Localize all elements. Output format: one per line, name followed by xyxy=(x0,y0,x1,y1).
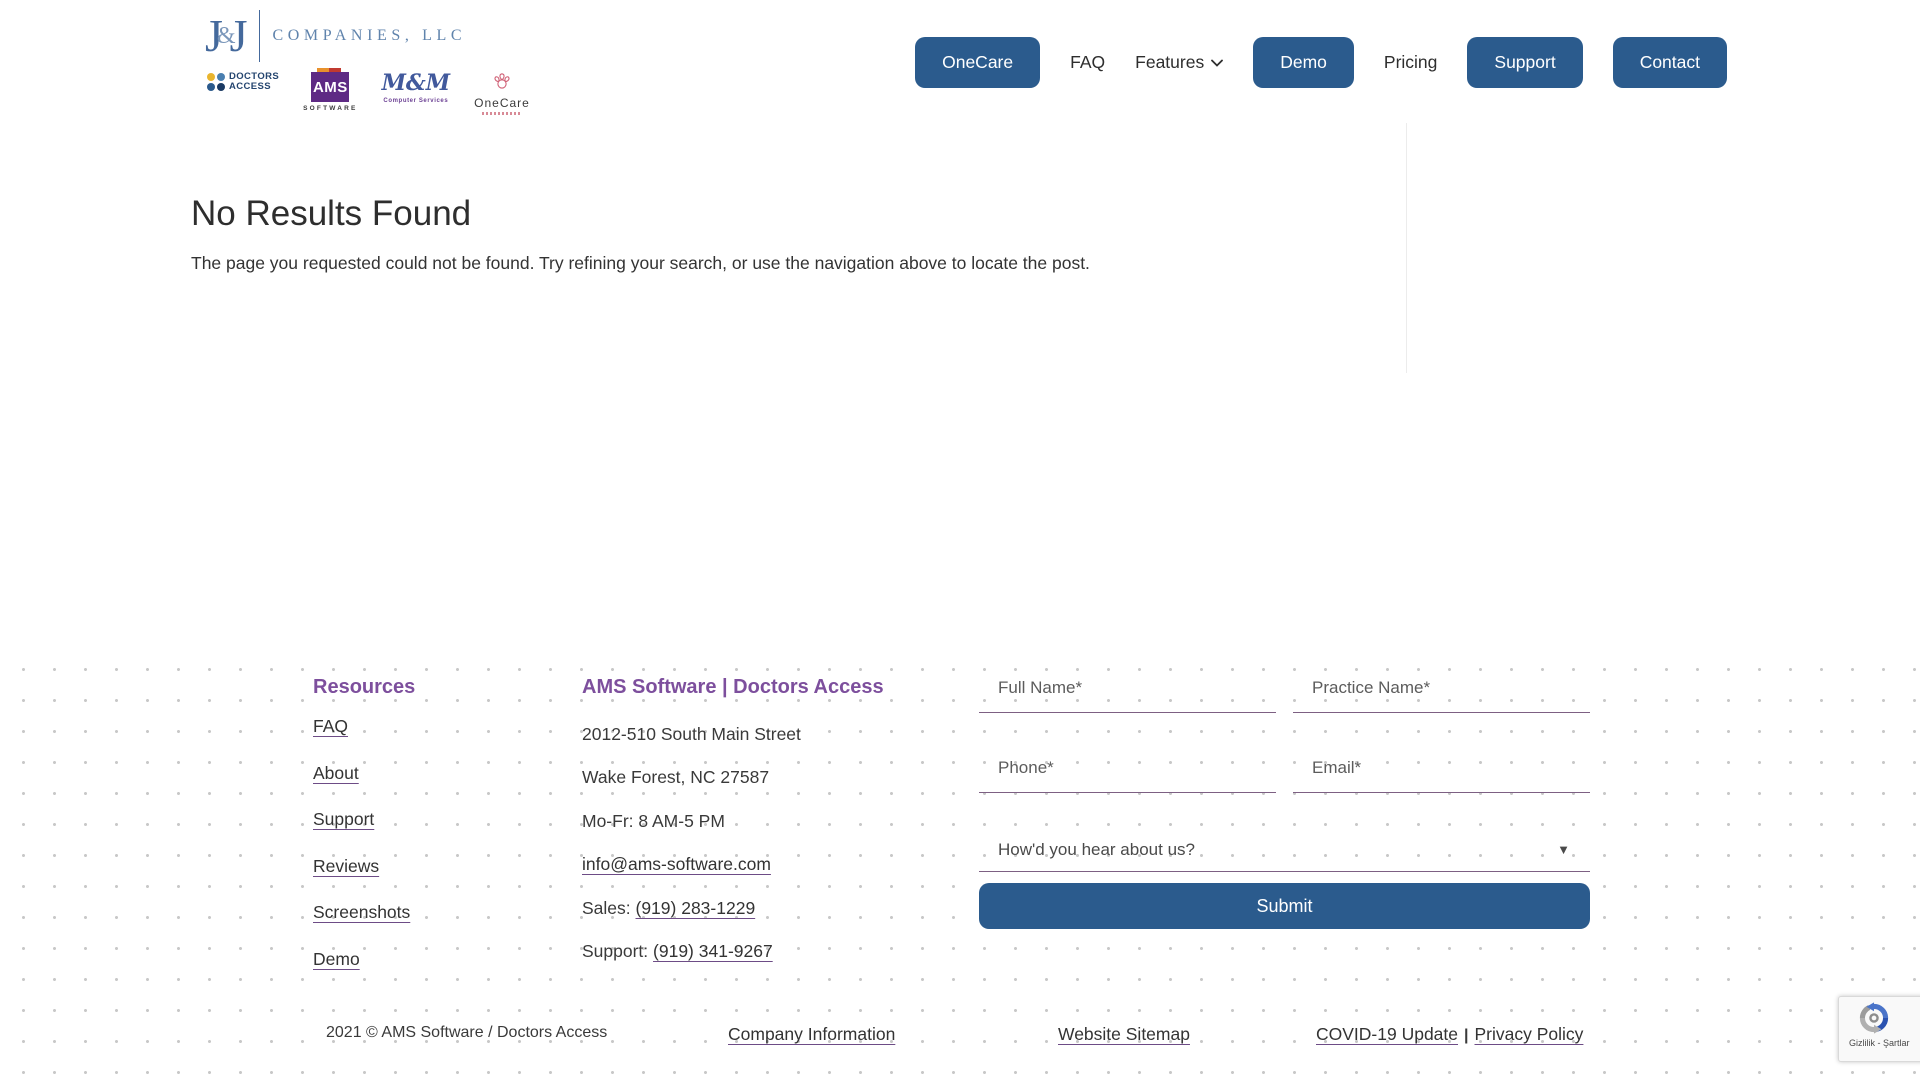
resources-link-list: FAQ About Support Reviews Screenshots De… xyxy=(313,716,415,970)
doctors-access-logo: DOCTORS ACCESS xyxy=(207,72,279,92)
covid-privacy-links: COVID-19 Update | Privacy Policy xyxy=(1316,1024,1583,1045)
nav-features-dropdown[interactable]: Features xyxy=(1135,52,1223,73)
footer-link-screenshots[interactable]: Screenshots xyxy=(313,902,410,922)
email-field[interactable] xyxy=(1293,748,1590,793)
header: J&J COMPANIES, LLC DOCTORS ACCESS xyxy=(0,0,1920,125)
not-found-message: The page you requested could not be foun… xyxy=(191,253,1090,274)
resources-heading: Resources xyxy=(313,676,415,699)
business-hours: Mo-Fr: 8 AM-5 PM xyxy=(582,812,884,830)
footer: Resources FAQ About Support Reviews Scre… xyxy=(0,650,1920,1080)
contact-form: How'd you hear about us? ▼ Submit xyxy=(979,668,1590,929)
full-name-field[interactable] xyxy=(979,668,1276,713)
footer-link-demo[interactable]: Demo xyxy=(313,949,360,969)
nav-pricing-link[interactable]: Pricing xyxy=(1384,52,1438,73)
brand-logos-row: DOCTORS ACCESS AMS SOFTWARE M&M Computer… xyxy=(207,72,530,115)
link-separator: | xyxy=(1464,1027,1468,1044)
footer-link-about[interactable]: About xyxy=(313,763,359,783)
nav-demo-button[interactable]: Demo xyxy=(1253,37,1354,88)
main-nav: OneCare FAQ Features Demo Pricing Suppor… xyxy=(915,37,1727,88)
phone-field[interactable] xyxy=(979,748,1276,793)
email-link[interactable]: info@ams-software.com xyxy=(582,854,771,874)
onecare-tagline xyxy=(482,112,522,115)
recaptcha-badge[interactable]: Gizlilik - Şartlar xyxy=(1838,996,1920,1062)
nav-onecare-button[interactable]: OneCare xyxy=(915,37,1040,88)
nav-support-button[interactable]: Support xyxy=(1467,37,1582,88)
ams-box-icon: AMS xyxy=(311,72,349,102)
dropdown-arrow-icon: ▼ xyxy=(1557,842,1570,857)
copyright-text: 2021 © AMS Software / Doctors Access xyxy=(326,1024,607,1042)
footer-link-reviews[interactable]: Reviews xyxy=(313,856,379,876)
footer-link-faq[interactable]: FAQ xyxy=(313,716,348,736)
website-sitemap-link[interactable]: Website Sitemap xyxy=(1058,1024,1190,1045)
address-line2: Wake Forest, NC 27587 xyxy=(582,768,884,786)
address-line1: 2012-510 South Main Street xyxy=(582,725,884,743)
company-name: COMPANIES, LLC xyxy=(272,27,466,45)
page-title: No Results Found xyxy=(191,194,471,234)
footer-company-column: AMS Software | Doctors Access 2012-510 S… xyxy=(582,676,884,960)
practice-name-field[interactable] xyxy=(1293,668,1590,713)
recaptcha-label[interactable]: Gizlilik - Şartlar xyxy=(1849,1038,1910,1048)
covid-update-link[interactable]: COVID-19 Update xyxy=(1316,1024,1458,1044)
page: J&J COMPANIES, LLC DOCTORS ACCESS xyxy=(0,0,1920,1080)
jj-companies-logo: J&J COMPANIES, LLC xyxy=(205,10,530,62)
sales-phone-line: Sales: (919) 283-1229 xyxy=(582,899,884,917)
footer-bottom-bar: 2021 © AMS Software / Doctors Access Com… xyxy=(0,1024,1920,1054)
company-heading: AMS Software | Doctors Access xyxy=(582,676,884,699)
company-information-link[interactable]: Company Information xyxy=(728,1024,895,1045)
footer-resources-column: Resources FAQ About Support Reviews Scre… xyxy=(313,676,415,995)
support-phone-link[interactable]: (919) 341-9267 xyxy=(653,941,773,961)
sidebar-divider xyxy=(1406,123,1407,373)
recaptcha-icon xyxy=(1857,1001,1891,1035)
jj-monogram: J&J xyxy=(205,12,245,60)
mm-computer-services-logo: M&M Computer Services xyxy=(382,72,451,104)
sales-phone-link[interactable]: (919) 283-1229 xyxy=(636,898,756,918)
nav-contact-button[interactable]: Contact xyxy=(1613,37,1727,88)
doctors-access-dots-icon xyxy=(207,73,225,91)
support-phone-line: Support: (919) 341-9267 xyxy=(582,942,884,960)
submit-button[interactable]: Submit xyxy=(979,883,1590,929)
hear-about-us-select[interactable]: How'd you hear about us? ▼ xyxy=(979,828,1590,872)
footer-link-support[interactable]: Support xyxy=(313,809,374,829)
ams-software-logo: AMS SOFTWARE xyxy=(303,72,357,112)
site-logo[interactable]: J&J COMPANIES, LLC DOCTORS ACCESS xyxy=(205,10,530,115)
onecare-logo: OneCare xyxy=(474,72,530,115)
nav-faq-link[interactable]: FAQ xyxy=(1070,52,1105,73)
onecare-flower-icon xyxy=(491,72,513,94)
chevron-down-icon xyxy=(1211,59,1223,67)
privacy-policy-link[interactable]: Privacy Policy xyxy=(1475,1024,1584,1044)
logo-divider xyxy=(259,10,260,62)
